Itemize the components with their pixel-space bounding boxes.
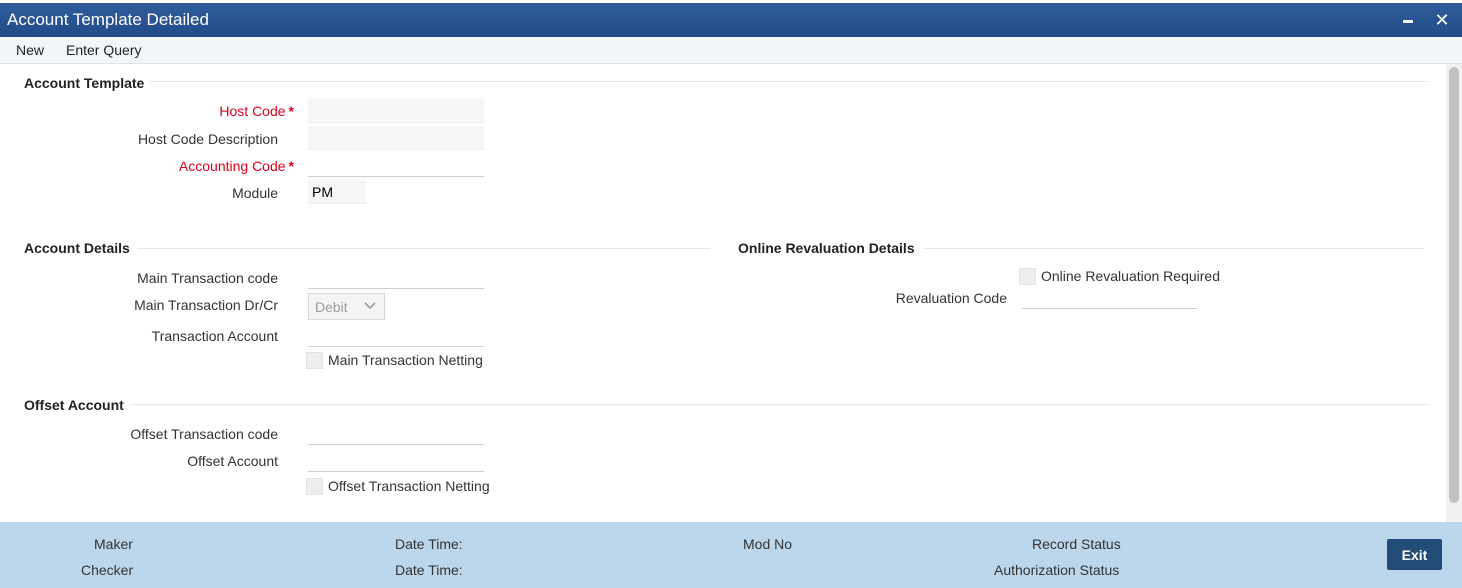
- offset-transaction-code-field[interactable]: [308, 421, 484, 445]
- revaluation-code-field[interactable]: [1022, 285, 1197, 309]
- host-code-description-label: Host Code Description: [137, 131, 278, 147]
- main-transaction-netting-checkbox[interactable]: [306, 352, 323, 369]
- offset-transaction-netting-label: Offset Transaction Netting: [328, 478, 490, 494]
- form-content: Account Template Host Code * Host Code De…: [0, 64, 1446, 522]
- accounting-code-field[interactable]: [308, 153, 484, 177]
- record-status-label: Record Status: [1032, 536, 1121, 552]
- host-code-label: Host Code *: [219, 103, 294, 119]
- accounting-code-label: Accounting Code *: [178, 158, 294, 174]
- main-transaction-drcr-select[interactable]: Debit: [308, 293, 385, 320]
- authorization-status-label: Authorization Status: [994, 562, 1120, 578]
- offset-account-label: Offset Account: [187, 453, 278, 469]
- section-title-account-details: Account Details: [24, 240, 130, 256]
- section-divider: [132, 404, 1428, 405]
- checker-date-time-label: Date Time:: [395, 562, 463, 578]
- checker-label: Checker: [81, 562, 134, 578]
- transaction-account-label: Transaction Account: [151, 328, 278, 344]
- section-title-account-template: Account Template: [24, 75, 145, 91]
- maker-label: Maker: [94, 536, 133, 552]
- module-label: Module: [232, 185, 278, 201]
- section-divider: [138, 248, 710, 249]
- host-code-field[interactable]: [308, 99, 484, 123]
- online-revaluation-required-checkbox[interactable]: [1019, 268, 1036, 285]
- required-star: *: [288, 103, 294, 119]
- offset-transaction-code-label: Offset Transaction code: [130, 426, 278, 442]
- main-transaction-drcr-value: Debit: [315, 299, 348, 315]
- module-field[interactable]: [308, 180, 366, 204]
- host-code-description-field[interactable]: [308, 126, 484, 150]
- revaluation-code-label: Revaluation Code: [895, 290, 1007, 306]
- section-title-online-revaluation: Online Revaluation Details: [738, 240, 915, 256]
- required-star: *: [288, 158, 294, 174]
- menu-enter-query[interactable]: Enter Query: [66, 42, 141, 58]
- menu-new[interactable]: New: [16, 42, 44, 58]
- main-transaction-code-label: Main Transaction code: [137, 270, 278, 286]
- vertical-scrollbar[interactable]: [1446, 64, 1462, 522]
- minimize-icon[interactable]: [1398, 9, 1418, 31]
- transaction-account-field[interactable]: [308, 323, 484, 347]
- online-revaluation-required-label: Online Revaluation Required: [1041, 268, 1220, 284]
- menu-bar: New Enter Query: [0, 37, 1462, 64]
- close-icon[interactable]: ✕: [1432, 9, 1452, 31]
- section-divider: [924, 248, 1424, 249]
- main-transaction-netting-label: Main Transaction Netting: [328, 352, 483, 368]
- offset-account-field[interactable]: [308, 448, 484, 472]
- audit-footer: Maker Checker Date Time: Date Time: Mod …: [0, 522, 1462, 588]
- chevron-down-icon: [364, 302, 376, 310]
- section-title-offset-account: Offset Account: [24, 397, 124, 413]
- maker-date-time-label: Date Time:: [395, 536, 463, 552]
- offset-transaction-netting-checkbox[interactable]: [306, 478, 323, 495]
- scrollbar-thumb[interactable]: [1449, 67, 1459, 503]
- mod-no-label: Mod No: [743, 536, 793, 552]
- main-transaction-drcr-label: Main Transaction Dr/Cr: [134, 297, 278, 313]
- window-titlebar: Account Template Detailed ✕: [0, 3, 1462, 37]
- window-title: Account Template Detailed: [7, 10, 209, 29]
- section-divider: [150, 81, 1428, 82]
- exit-button[interactable]: Exit: [1387, 539, 1442, 570]
- main-transaction-code-field[interactable]: [308, 265, 484, 289]
